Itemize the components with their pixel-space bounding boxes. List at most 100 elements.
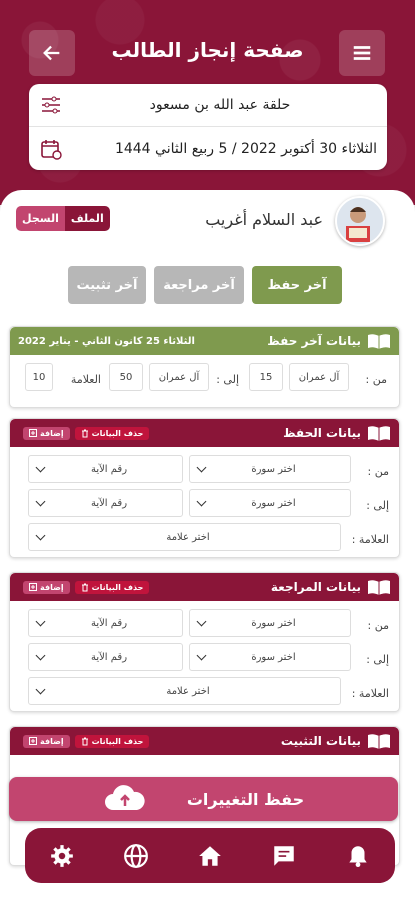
from-row: من : اختر سورة رقم الآية: [10, 455, 399, 489]
delete-data-button[interactable]: حذف البيانات: [74, 426, 150, 440]
circle-name: حلقة عبد الله بن مسعود: [149, 97, 291, 113]
to-label: إلى :: [216, 373, 239, 386]
tab-last-consolidate[interactable]: آخر تثبيت: [68, 266, 146, 304]
info-card: حلقة عبد الله بن مسعود الثلاثاء 30 أكتوب…: [29, 84, 387, 170]
history-tabs: آخر تثبيت آخر مراجعة آخر حفظ: [68, 266, 342, 304]
page-title: صفحة إنجاز الطالب: [111, 38, 304, 62]
save-changes-button[interactable]: حفظ التغييرات: [9, 777, 398, 821]
from-ayah-select[interactable]: رقم الآية: [28, 455, 183, 483]
grade-select[interactable]: اختر علامة: [28, 677, 341, 705]
from-label: من :: [367, 465, 389, 478]
last-memorize-header: بيانات آخر حفظ الثلاثاء 25 كانون الثاني …: [10, 327, 399, 355]
from-row: من : اختر سورة رقم الآية: [10, 609, 399, 643]
circle-row[interactable]: حلقة عبد الله بن مسعود: [29, 84, 387, 127]
delete-data-button[interactable]: حذف البيانات: [74, 734, 150, 748]
home-icon: [199, 845, 221, 866]
add-button[interactable]: إضافة: [23, 580, 70, 594]
tab-profile[interactable]: الملف: [64, 206, 110, 231]
to-ayah-select[interactable]: رقم الآية: [28, 489, 183, 517]
date-row[interactable]: الثلاثاء 30 أكتوبر 2022 / 5 ربيع الثاني …: [29, 127, 387, 170]
ayah-placeholder: رقم الآية: [90, 651, 128, 663]
review-card: بيانات المراجعة حذف البيانات إضافة من : …: [9, 572, 400, 712]
nav-notifications[interactable]: [344, 842, 372, 870]
trash-icon: [81, 737, 88, 745]
ayah-placeholder: رقم الآية: [90, 463, 128, 475]
delete-label: حذف البيانات: [91, 582, 144, 592]
card-title: بيانات المراجعة: [270, 580, 361, 594]
delete-label: حذف البيانات: [91, 428, 144, 438]
cloud-upload-icon: [104, 785, 145, 810]
to-label: إلى :: [366, 653, 389, 666]
calendar-icon[interactable]: [39, 137, 63, 161]
gear-icon: [51, 844, 73, 867]
filter-icon[interactable]: [39, 93, 63, 117]
to-surah-select[interactable]: اختر سورة: [189, 489, 351, 517]
chat-icon: [274, 845, 294, 866]
student-profile: عبد السلام أغريب السجل الملف: [0, 196, 415, 252]
ayah-placeholder: رقم الآية: [90, 497, 128, 509]
grade-placeholder: اختر علامة: [166, 685, 210, 697]
card-title: بيانات آخر حفظ: [267, 334, 361, 348]
nav-language[interactable]: [122, 842, 150, 870]
nav-chat[interactable]: [270, 842, 298, 870]
review-header: بيانات المراجعة حذف البيانات إضافة: [10, 573, 399, 601]
grade-label: العلامة :: [351, 687, 389, 700]
add-button[interactable]: إضافة: [23, 734, 70, 748]
tab-record[interactable]: السجل: [16, 206, 65, 231]
last-memorize-card: بيانات آخر حفظ الثلاثاء 25 كانون الثاني …: [9, 326, 400, 408]
to-ayah-select[interactable]: رقم الآية: [28, 643, 183, 671]
add-label: إضافة: [40, 582, 64, 592]
last-memorize-date: الثلاثاء 25 كانون الثاني - يناير 2022: [18, 335, 195, 347]
nav-home[interactable]: [196, 842, 224, 870]
to-surah-value: آل عمران: [149, 363, 209, 391]
from-surah-value: آل عمران: [289, 363, 349, 391]
grade-row: العلامة : اختر علامة: [10, 677, 399, 711]
date-text: الثلاثاء 30 أكتوبر 2022 / 5 ربيع الثاني …: [114, 140, 377, 157]
avatar: [335, 196, 385, 246]
memorize-card: بيانات الحفظ حذف البيانات إضافة من : اخت…: [9, 418, 400, 558]
to-label: إلى :: [366, 499, 389, 512]
add-button[interactable]: إضافة: [23, 426, 70, 440]
add-icon: [29, 737, 37, 745]
surah-placeholder: اختر سورة: [251, 651, 296, 663]
student-name: عبد السلام أغريب: [205, 210, 323, 229]
back-arrow-icon: [43, 45, 60, 61]
back-button[interactable]: [29, 30, 75, 76]
to-row: إلى : اختر سورة رقم الآية: [10, 489, 399, 523]
globe-icon: [124, 843, 148, 868]
add-label: إضافة: [40, 428, 64, 438]
bottom-nav: [25, 828, 395, 883]
tab-last-review[interactable]: آخر مراجعة: [154, 266, 244, 304]
to-surah-select[interactable]: اختر سورة: [189, 643, 351, 671]
from-surah-select[interactable]: اختر سورة: [189, 455, 351, 483]
card-title: بيانات الحفظ: [283, 426, 361, 440]
delete-data-button[interactable]: حذف البيانات: [74, 580, 150, 594]
book-icon: [368, 734, 390, 749]
save-label: حفظ التغييرات: [186, 789, 305, 809]
trash-icon: [81, 429, 88, 437]
grade-label: العلامة: [70, 373, 101, 386]
delete-label: حذف البيانات: [91, 736, 144, 746]
profile-tabs: السجل الملف: [16, 206, 110, 231]
book-icon: [368, 334, 390, 349]
from-ayah-select[interactable]: رقم الآية: [28, 609, 183, 637]
tab-last-memorize[interactable]: آخر حفظ: [252, 266, 342, 304]
grade-value: 10: [25, 363, 53, 391]
surah-placeholder: اختر سورة: [251, 463, 296, 475]
consolidate-header: بيانات التثبيت حذف البيانات إضافة: [10, 727, 399, 755]
add-label: إضافة: [40, 736, 64, 746]
from-label: من :: [367, 619, 389, 632]
surah-placeholder: اختر سورة: [251, 497, 296, 509]
menu-button[interactable]: [339, 30, 385, 76]
from-surah-select[interactable]: اختر سورة: [189, 609, 351, 637]
to-row: إلى : اختر سورة رقم الآية: [10, 643, 399, 677]
grade-label: العلامة :: [351, 533, 389, 546]
menu-icon: [353, 46, 371, 60]
bell-icon: [349, 845, 367, 867]
from-label: من :: [365, 373, 387, 386]
grade-select[interactable]: اختر علامة: [28, 523, 341, 551]
book-icon: [368, 426, 390, 441]
nav-settings[interactable]: [48, 842, 76, 870]
last-memorize-row: من : آل عمران 15 إلى : آل عمران 50 العلا…: [10, 363, 399, 397]
memorize-header: بيانات الحفظ حذف البيانات إضافة: [10, 419, 399, 447]
